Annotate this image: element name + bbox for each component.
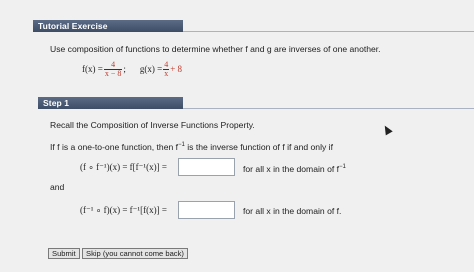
f-denominator: x − 8 — [103, 68, 123, 78]
step-rule — [183, 108, 474, 109]
function-definitions: f(x) = 4 x − 8 ; g(x) = 4 x + 8 — [82, 58, 182, 80]
instruction-text: Use composition of functions to determin… — [50, 44, 381, 54]
mouse-cursor-icon — [381, 123, 393, 136]
step-header: Step 1 — [38, 97, 183, 109]
g-lhs: g(x) = — [139, 64, 163, 74]
eq1-domain-text: for all x in the domain of f−1 — [243, 162, 346, 175]
eq1-lhs: (f ∘ f⁻¹)(x) = f[f⁻¹(x)] = — [80, 162, 167, 172]
g-numerator: 4 — [164, 59, 169, 69]
condition-text: If f is a one-to-one function, then f−1 … — [50, 140, 333, 153]
eq1-tail: for all x in the domain of f — [243, 163, 340, 174]
f-numerator: 4 — [111, 59, 116, 69]
eq2-answer-input[interactable] — [178, 201, 235, 219]
submit-button[interactable]: Submit — [48, 248, 80, 259]
eq1-answer-input[interactable] — [178, 158, 235, 176]
f-fraction: 4 x − 8 — [103, 59, 123, 78]
and-label: and — [50, 182, 65, 192]
g-tail: + 8 — [170, 64, 183, 74]
skip-button[interactable]: Skip (you cannot come back) — [82, 248, 188, 259]
condition-sup: −1 — [178, 142, 185, 148]
header-rule — [183, 31, 474, 32]
separator: ; — [123, 64, 126, 74]
tutorial-title: Tutorial Exercise — [38, 21, 108, 31]
recall-text: Recall the Composition of Inverse Functi… — [50, 120, 255, 130]
g-fraction: 4 x — [163, 59, 170, 78]
step-title: Step 1 — [43, 98, 70, 108]
condition-post: is the inverse function of f if and only… — [187, 141, 333, 152]
condition-pre: If f is a one-to-one function, then f — [50, 141, 179, 152]
g-denominator: x — [163, 68, 170, 78]
eq2-lhs: (f⁻¹ ∘ f)(x) = f⁻¹[f(x)] = — [80, 205, 167, 215]
f-lhs: f(x) = — [82, 64, 103, 74]
eq1-tail-sup: −1 — [339, 164, 346, 170]
eq2-domain-text: for all x in the domain of f. — [243, 206, 342, 216]
tutorial-header: Tutorial Exercise — [33, 20, 183, 32]
